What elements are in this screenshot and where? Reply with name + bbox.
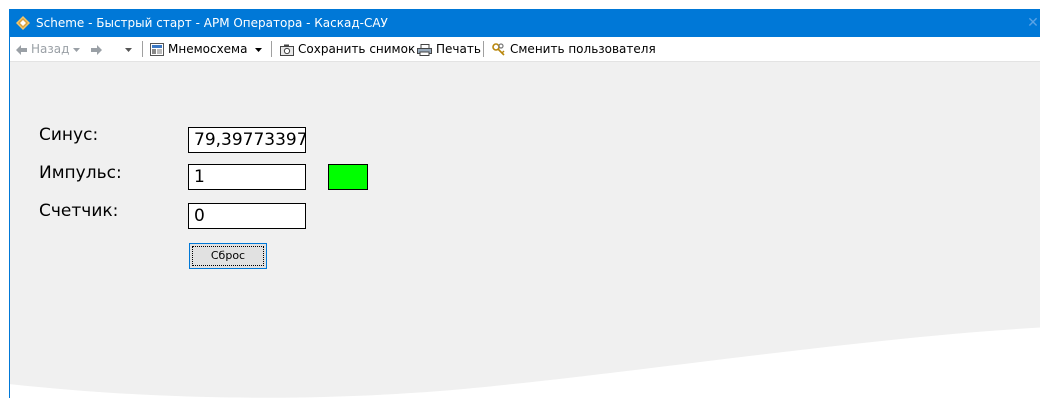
app-window: Scheme - Быстрый старт - АРМ Оператора -… — [9, 9, 1040, 398]
bottom-wave-decoration — [10, 327, 1040, 398]
